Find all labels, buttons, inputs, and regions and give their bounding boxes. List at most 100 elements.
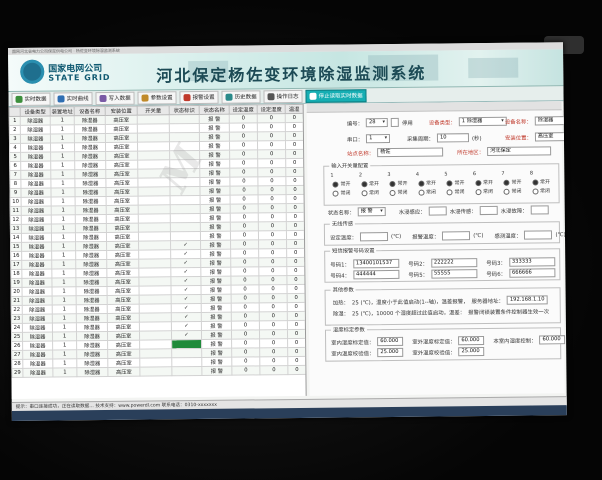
- id-select[interactable]: 28: [365, 118, 389, 128]
- phone-input[interactable]: 222222: [430, 258, 477, 268]
- location-input[interactable]: 高压室: [534, 132, 567, 142]
- type-select[interactable]: 1 除湿器: [458, 116, 507, 127]
- channel-option-closed[interactable]: 常闭: [531, 187, 550, 194]
- cell-t: 0: [229, 140, 258, 151]
- period-input[interactable]: 10: [436, 133, 469, 143]
- other-params-group: 其他参数: [324, 285, 561, 326]
- column-header[interactable]: 温湿: [285, 104, 304, 114]
- out-temp-input[interactable]: 25.000: [458, 347, 485, 357]
- channel-option-closed[interactable]: 常闭: [503, 188, 522, 195]
- column-header[interactable]: 装置地址: [50, 106, 75, 117]
- cell-x: 0: [287, 320, 306, 330]
- column-header[interactable]: 设定湿度: [257, 104, 286, 114]
- channel-option-open[interactable]: 常开: [360, 180, 379, 187]
- channel-option-closed[interactable]: 常闭: [474, 188, 493, 195]
- region-input[interactable]: 河北保定: [487, 146, 552, 156]
- calib-group-title: 湿度标定参数: [330, 325, 367, 334]
- cell-sw: [139, 294, 172, 305]
- cell-no: 8: [9, 179, 21, 189]
- phone-input[interactable]: 444444: [352, 269, 400, 280]
- channel-option-open[interactable]: 常开: [332, 180, 350, 188]
- cell-loc: 高压室: [106, 232, 139, 242]
- cell-t: 0: [230, 275, 259, 286]
- toolbar-button-5[interactable]: 报警设置: [179, 90, 219, 104]
- toolbar-button-4[interactable]: 参数设置: [137, 90, 177, 105]
- phone-input[interactable]: 55555: [430, 269, 478, 279]
- toolbar-icon: [15, 95, 23, 103]
- cell-t: 0: [231, 365, 260, 376]
- cell-type: 除湿器: [20, 143, 51, 153]
- channel-option-open[interactable]: 常开: [389, 180, 407, 187]
- channel-option-label: 常闭: [340, 190, 351, 197]
- channel-option-label: 常闭: [426, 189, 437, 196]
- column-header[interactable]: 设定温度: [229, 104, 258, 115]
- cell-sw: [138, 240, 171, 251]
- in-hum-input[interactable]: 60.000: [377, 336, 404, 347]
- sensor-group-title: 无线传感: [329, 219, 356, 228]
- column-header[interactable]: 状态标识: [169, 105, 200, 115]
- channel-option-closed[interactable]: 常闭: [446, 188, 465, 196]
- toolbar-button-7[interactable]: 操作日志: [263, 89, 303, 103]
- alarm-temp-input[interactable]: [442, 231, 471, 241]
- phone-input[interactable]: 333333: [508, 257, 555, 267]
- cell-name: 除湿器: [74, 187, 107, 197]
- cell-t: 0: [230, 203, 259, 214]
- phone-label: 号码5：: [408, 272, 429, 279]
- channel-option-closed[interactable]: 常闭: [361, 189, 379, 196]
- out-hum-input[interactable]: 60.000: [458, 336, 485, 346]
- channel-option-open[interactable]: 常开: [446, 179, 464, 186]
- channel-option-closed[interactable]: 常闭: [418, 189, 436, 196]
- channel-option-closed[interactable]: 常闭: [389, 189, 408, 196]
- cell-no: 1: [9, 116, 21, 126]
- phone-input[interactable]: 13400101537: [352, 258, 399, 269]
- toolbar-button-2[interactable]: 实时曲线: [53, 91, 93, 106]
- name-input[interactable]: 除湿器: [534, 116, 567, 126]
- cell-sw: [139, 330, 172, 341]
- water2-input[interactable]: [530, 205, 549, 215]
- cell-sw: [139, 285, 172, 296]
- in-temp-input[interactable]: 25.000: [377, 347, 404, 358]
- channel-option-open[interactable]: 常开: [417, 180, 436, 187]
- column-header[interactable]: 安装位置: [105, 106, 138, 116]
- state-name-select[interactable]: 报 警: [357, 207, 386, 217]
- channel-option-open[interactable]: 常开: [531, 178, 550, 185]
- column-header[interactable]: 状态名称: [199, 105, 230, 115]
- temp-input[interactable]: [359, 232, 389, 242]
- cell-name: 除湿器: [75, 205, 107, 215]
- disable-checkbox[interactable]: [390, 117, 400, 127]
- cell-flag: ✓: [170, 276, 201, 286]
- cell-h: 0: [257, 131, 286, 141]
- channel-option-open[interactable]: 常开: [503, 179, 521, 186]
- column-header[interactable]: 设备类型: [20, 107, 51, 117]
- station-input[interactable]: 杨佐: [377, 147, 444, 158]
- cell-name: 除湿器: [74, 178, 106, 188]
- server-input[interactable]: 192.168.1.10: [506, 295, 548, 305]
- max-hum-input[interactable]: 60.000: [539, 335, 566, 345]
- cell-loc: 高压室: [105, 160, 138, 170]
- toolbar-button-6[interactable]: 历史数据: [221, 89, 261, 104]
- cell-no: 25: [11, 332, 23, 342]
- cell-addr: 1: [51, 196, 76, 207]
- cell-flag: ✓: [170, 258, 201, 268]
- channel-option-open[interactable]: 常开: [474, 179, 493, 186]
- phone-input[interactable]: 666666: [508, 268, 556, 278]
- toolbar-icon: [141, 94, 149, 102]
- sense-temp-input[interactable]: [524, 230, 553, 240]
- station-label: 站点名称：: [347, 150, 375, 157]
- smoke-input[interactable]: [479, 205, 498, 216]
- toolbar-button-8[interactable]: 停止读取实时数据: [305, 88, 367, 103]
- port-select[interactable]: 1: [366, 134, 391, 144]
- column-header[interactable]: 设备名称: [74, 106, 106, 116]
- channel-option-label: 常闭: [454, 189, 465, 196]
- radio-icon: [474, 179, 481, 186]
- toolbar-button-1[interactable]: 实时数据: [11, 92, 51, 106]
- toolbar-button-3[interactable]: 写入数据: [95, 91, 135, 105]
- table-row[interactable]: 29 除湿器 1 除湿器 高压室报 警000: [11, 365, 306, 378]
- cell-x: 0: [286, 239, 305, 249]
- water2-label: 水浸故障：: [500, 208, 528, 215]
- column-header[interactable]: [9, 107, 21, 117]
- channel-option-closed[interactable]: 常闭: [332, 189, 351, 197]
- water-input[interactable]: [428, 206, 447, 216]
- column-header[interactable]: 开关量: [137, 105, 170, 116]
- cell-t: 0: [230, 266, 259, 277]
